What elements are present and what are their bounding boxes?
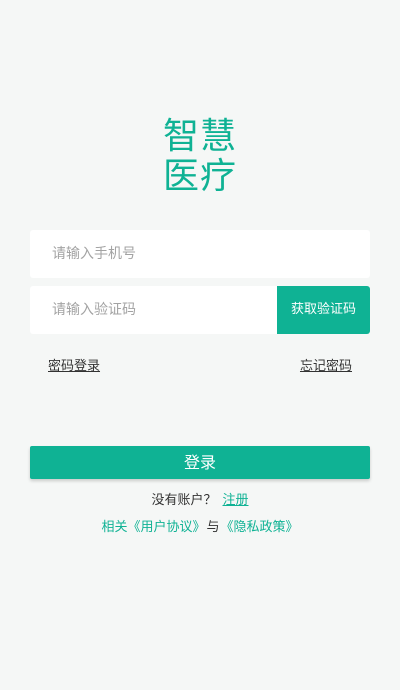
password-login-link[interactable]: 密码登录 (48, 358, 100, 376)
register-prompt: 没有账户？ (151, 493, 217, 508)
phone-input[interactable] (30, 230, 370, 278)
logo-line-2: 医疗 (162, 156, 237, 197)
agreement-row: 相关《用户协议》与《隐私政策》 (0, 519, 400, 537)
user-agreement-link[interactable]: 《用户协议》 (127, 520, 205, 535)
login-button[interactable]: 登录 (30, 446, 370, 479)
verification-code-field: 获取验证码 (30, 286, 370, 334)
phone-field (30, 230, 370, 278)
get-code-button[interactable]: 获取验证码 (277, 286, 370, 334)
privacy-policy-link[interactable]: 《隐私政策》 (221, 520, 299, 535)
verification-code-input[interactable] (30, 286, 277, 334)
register-link[interactable]: 注册 (223, 493, 249, 508)
forgot-password-link[interactable]: 忘记密码 (300, 358, 352, 376)
agreement-prefix: 相关 (101, 520, 128, 535)
agreement-and: 与 (206, 520, 220, 535)
app-logo: 智慧 医疗 (0, 117, 400, 197)
logo-line-1: 智慧 (162, 116, 237, 157)
register-row: 没有账户？ 注册 (0, 492, 400, 510)
